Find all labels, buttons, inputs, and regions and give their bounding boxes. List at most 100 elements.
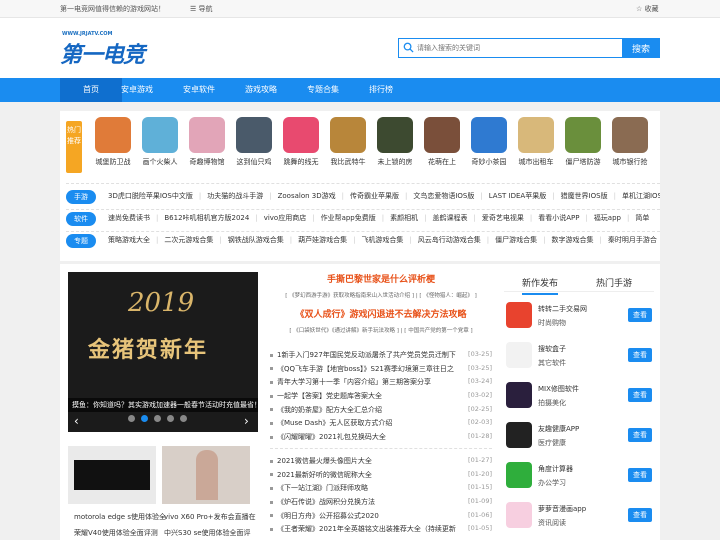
row-link[interactable]: 3D虎口脱险苹果IOS中文版 — [108, 192, 193, 200]
game-item[interactable]: 奇趣博物馆 — [184, 117, 230, 167]
view-app-button[interactable]: 查看 — [628, 428, 652, 442]
row-link[interactable]: 钢铁战队游戏合集 — [228, 236, 284, 244]
app-item[interactable]: MIX修图软件 拍摄美化 查看 — [504, 378, 654, 418]
row-link[interactable]: 数字游戏合集 — [552, 236, 594, 244]
site-logo[interactable]: WWW.JRJATV.COM 第一电竞 — [60, 31, 160, 68]
app-item[interactable]: 友趣健康APP 医疗健康 查看 — [504, 418, 654, 458]
news-item[interactable]: 《我的奶茶屋》配方大全汇总介绍 [02-25] — [270, 403, 492, 417]
thumb-phone-1[interactable] — [68, 446, 156, 504]
slider-dot[interactable] — [180, 415, 187, 422]
view-app-button[interactable]: 查看 — [628, 348, 652, 362]
row-link[interactable]: 僵尸游戏合集 — [495, 236, 537, 244]
game-item[interactable]: 城市银行抢 — [607, 117, 653, 167]
view-app-button[interactable]: 查看 — [628, 468, 652, 482]
game-item[interactable]: 城堡防卫战 — [90, 117, 136, 167]
row-link[interactable]: 葫芦娃游戏合集 — [298, 236, 347, 244]
news-item[interactable]: 《明日方舟》公开招募公式2020 [01-06] — [270, 509, 492, 523]
news-item[interactable]: 1新手入门927年国民党反动派屠杀了共产党员党员迁制下 [03-25] — [270, 348, 492, 362]
row-link[interactable]: 传奇霸业苹果版 — [350, 192, 399, 200]
game-item[interactable]: 城市出租车 — [513, 117, 559, 167]
separator: | — [552, 192, 555, 200]
news-item[interactable]: 2021微信最火爆头像图片大全 [01-27] — [270, 454, 492, 468]
row-link[interactable]: 福玩app — [594, 214, 621, 222]
row-link[interactable]: 作业帮app免费版 — [321, 214, 376, 222]
thumb-caption[interactable]: motorola edge s使用体验全 — [74, 512, 166, 522]
row-link[interactable]: 秦时明月手游合 — [608, 236, 657, 244]
tab-new-release[interactable]: 新作发布 — [522, 276, 559, 295]
row-link[interactable]: LAST IDEA苹果版 — [489, 192, 546, 200]
nav-guides[interactable]: 游戏攻略 — [230, 78, 292, 102]
nav-link[interactable]: ☰ 导航 — [190, 4, 213, 14]
slider-dot[interactable] — [128, 415, 135, 422]
game-item[interactable]: 跳舞的线无 — [278, 117, 324, 167]
game-item[interactable]: 僵尸塔防游 — [560, 117, 606, 167]
news-title: 《炉石传说》战网积分兑换方法 — [270, 497, 456, 507]
game-item[interactable]: 这到仙只鸡 — [231, 117, 277, 167]
sublinks-2[interactable]: [ 《口袋妖世代》《通过讲解》新手玩法攻略 ] | [ 中国共产党的第一个党章 … — [270, 326, 492, 334]
search-button[interactable]: 搜索 — [622, 38, 660, 58]
thumb-caption[interactable]: 荣耀V40使用体验全面评测 — [74, 528, 158, 538]
thumb-caption[interactable]: vivo X60 Pro+发布会直播在 — [164, 512, 256, 522]
row-link[interactable]: 爱奇艺电视果 — [482, 214, 524, 222]
news-title: 《我的奶茶屋》配方大全汇总介绍 — [270, 405, 456, 415]
row-link[interactable]: 简单 — [635, 214, 649, 222]
thumb-phone-2[interactable] — [162, 446, 250, 504]
row-link[interactable]: 文鸟恋爱物语IOS版 — [413, 192, 474, 200]
row-link[interactable]: 看看小说APP — [538, 214, 579, 222]
game-item[interactable]: 花萌在上 — [419, 117, 465, 167]
slider-dot[interactable] — [141, 415, 148, 422]
app-item[interactable]: 萝萝音漫画app 资讯阅读 查看 — [504, 498, 654, 538]
nav-android-apps[interactable]: 安卓软件 — [168, 78, 230, 102]
row-link[interactable]: 速尚免费读书 — [108, 214, 150, 222]
news-item[interactable]: 一起学【答案】党史题库答案大全 [03-02] — [270, 389, 492, 403]
search-input[interactable] — [417, 41, 617, 55]
view-app-button[interactable]: 查看 — [628, 508, 652, 522]
app-item[interactable]: 搜软盒子 其它软件 查看 — [504, 338, 654, 378]
row-link[interactable]: 猎魔世界IOS版 — [561, 192, 608, 200]
thumb-caption[interactable]: 中兴S30 se使用体验全面评 — [164, 528, 251, 538]
tab-hot-games[interactable]: 热门手游 — [596, 276, 632, 289]
slider-dot[interactable] — [167, 415, 174, 422]
game-item[interactable]: 未上锁的房 — [372, 117, 418, 167]
news-item[interactable]: 《Muse Dash》无人区获取方式介绍 [02-03] — [270, 416, 492, 430]
slider-prev-icon[interactable]: ‹ — [74, 414, 79, 428]
slider-next-icon[interactable]: › — [244, 414, 249, 428]
nav-topics[interactable]: 专题合集 — [292, 78, 354, 102]
news-item[interactable]: 2021最新好听的微信昵称大全 [01-20] — [270, 468, 492, 482]
app-item[interactable]: 转转二手交易网 时尚购物 查看 — [504, 298, 654, 338]
row-link[interactable]: B612咔叽相机官方版2024 — [164, 214, 249, 222]
slider-dot[interactable] — [154, 415, 161, 422]
view-app-button[interactable]: 查看 — [628, 308, 652, 322]
news-item[interactable]: 《QQ飞车手游【地宫boss】》S21赛季幻境第三章往日之 [03-25] — [270, 362, 492, 376]
news-item[interactable]: 青年大学习第十一季「内容介绍」第三期答案分享 [03-24] — [270, 375, 492, 389]
news-item[interactable]: 《王者荣耀》2021年全英雄铭文出装推荐大全（持续更新 [01-05] — [270, 522, 492, 536]
row-link[interactable]: 风云岛行动游戏合集 — [418, 236, 481, 244]
news-item[interactable]: 《闪耀曜曜》2021礼包兑换码大全 [01-28] — [270, 430, 492, 444]
row-link[interactable]: 单机江湖IOS — [622, 192, 660, 200]
headline-2[interactable]: 《双人成行》游戏闪退进不去解决方法攻略 — [270, 307, 492, 320]
row-link[interactable]: 素颜相机 — [390, 214, 418, 222]
favorite-link[interactable]: ☆ 收藏 — [636, 4, 659, 14]
main-nav: 首页 安卓游戏 安卓软件 游戏攻略 专题合集 排行榜 — [0, 78, 720, 102]
row-link[interactable]: 功夫猫的战斗手游 — [207, 192, 263, 200]
top-bar: 第一电竞网值得信赖的游戏网站！ ☰ 导航 ☆ 收藏 — [0, 0, 720, 18]
news-item[interactable]: 《下一站江湖》门派拜师攻略 [01-15] — [270, 481, 492, 495]
sublinks-1[interactable]: [ 《梦幻西游手游》获取攻略指南来山入世活动介绍 ] | [ 《怪物猎人：崛起》… — [270, 291, 492, 299]
view-app-button[interactable]: 查看 — [628, 388, 652, 402]
separator: | — [341, 192, 344, 200]
banner-slider[interactable]: 2019 金猪贺新年 ‹ › 摸鱼：你知道吗？其实游戏加速器一般春节活动时充值最… — [68, 272, 258, 432]
news-item[interactable]: 《炉石传说》战网积分兑换方法 [01-09] — [270, 495, 492, 509]
game-item[interactable]: 奇妙小茶园 — [466, 117, 512, 167]
row-link[interactable]: 盖鹤课程表 — [432, 214, 467, 222]
row-link[interactable]: 飞机游戏合集 — [361, 236, 403, 244]
game-item[interactable]: 我比武特牛 — [325, 117, 371, 167]
app-item[interactable]: 角度计算器 办公学习 查看 — [504, 458, 654, 498]
nav-android-games[interactable]: 安卓游戏 — [106, 78, 168, 102]
row-link[interactable]: vivo应用商店 — [264, 214, 307, 222]
row-link[interactable]: 策略游戏大全 — [108, 236, 150, 244]
headline-1[interactable]: 手撕巴黎世家是什么评析梗 — [270, 272, 492, 285]
row-link[interactable]: Zoosalon 3D游戏 — [278, 192, 336, 200]
row-link[interactable]: 二次元游戏合集 — [164, 236, 213, 244]
game-item[interactable]: 画个火柴人 — [137, 117, 183, 167]
nav-rankings[interactable]: 排行榜 — [350, 78, 412, 102]
